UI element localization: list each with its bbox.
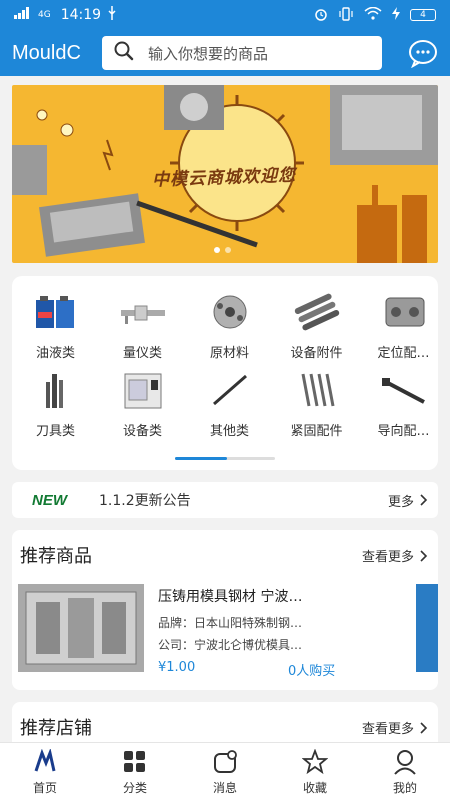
category-item[interactable]: 其他类: [186, 370, 273, 448]
next-product-peek[interactable]: [416, 584, 438, 672]
message-icon: [214, 750, 237, 773]
category-item[interactable]: 导向配…: [360, 370, 438, 448]
search-placeholder: 输入你想要的商品: [148, 44, 269, 63]
category-item[interactable]: 紧固配件: [273, 370, 360, 448]
tab-profile[interactable]: 我的: [360, 743, 450, 800]
other-icon: [212, 374, 247, 406]
section-title: 推荐店铺: [20, 718, 92, 739]
notice-bar[interactable]: NEW 1.1.2更新公告 更多: [12, 482, 438, 518]
category-item[interactable]: 原材料: [186, 292, 273, 370]
fastener-icon: [301, 373, 334, 407]
charging-icon: [392, 7, 400, 23]
gauge-icon: [120, 305, 165, 324]
chat-button[interactable]: [408, 38, 438, 69]
guide-icon: [381, 378, 425, 404]
category-item[interactable]: 设备附件: [273, 292, 360, 370]
app-header: MouldC 输入你想要的商品: [0, 30, 450, 76]
wifi-icon: [364, 6, 382, 23]
machine-icon: [124, 373, 161, 409]
battery-level: 4: [420, 10, 426, 20]
new-badge: NEW: [32, 491, 67, 509]
network-type: 4G: [38, 10, 51, 20]
signal-icon: [14, 7, 32, 23]
section-title: 推荐商品: [20, 546, 92, 567]
view-more-link[interactable]: 查看更多: [362, 546, 428, 565]
alarm-icon: [314, 7, 328, 24]
usb-icon: [107, 6, 117, 24]
oil-icon: [35, 296, 74, 328]
category-item[interactable]: 刀具类: [12, 370, 99, 448]
tab-home[interactable]: 首页: [0, 743, 90, 800]
product-price: ¥1.00: [158, 660, 196, 675]
product-card[interactable]: 压铸用模具钢材 宁波… 品牌：日本山阳特殊制钢… 公司：宁波北仑博优模具… ¥1…: [18, 584, 418, 679]
banner-slogan: 中模云商城欢迎您: [151, 165, 297, 191]
star-icon: [302, 749, 328, 775]
view-more-link[interactable]: 查看更多: [362, 718, 428, 737]
status-bar: 4G 14:19 4: [0, 0, 450, 30]
banner-pagination: [214, 247, 231, 253]
search-icon: [114, 41, 134, 65]
chevron-right-icon: [420, 494, 428, 506]
bottom-tab-bar: 首页 分类 消息 收藏 我的: [0, 742, 450, 800]
promo-banner[interactable]: 中模云商城欢迎您: [12, 85, 438, 263]
category-item[interactable]: 设备类: [99, 370, 186, 448]
tab-favorites[interactable]: 收藏: [270, 743, 360, 800]
product-image: [18, 584, 144, 672]
category-item[interactable]: 定位配…: [360, 292, 438, 370]
equipment-accessory-icon: [294, 293, 339, 331]
search-input[interactable]: 输入你想要的商品: [102, 36, 382, 70]
notice-text[interactable]: 1.1.2更新公告: [99, 490, 191, 510]
tab-message[interactable]: 消息: [180, 743, 270, 800]
tab-category[interactable]: 分类: [90, 743, 180, 800]
brand-name: MouldC: [12, 41, 81, 64]
product-name: 压铸用模具钢材 宁波…: [158, 589, 303, 605]
chevron-right-icon: [420, 721, 428, 734]
recommend-products-section: 推荐商品 查看更多 压铸用模具钢材 宁波… 品牌：日本山阳特殊制钢… 公司：宁波…: [12, 530, 438, 690]
banner-dot[interactable]: [225, 247, 231, 253]
product-company: 公司：宁波北仑博优模具…: [158, 638, 303, 652]
category-icon: [124, 751, 145, 772]
vibrate-icon: [338, 6, 354, 24]
banner-dot[interactable]: [214, 247, 220, 253]
profile-icon: [394, 750, 416, 775]
home-icon: [34, 749, 56, 772]
raw-material-icon: [213, 295, 246, 329]
positioning-icon: [385, 297, 424, 327]
cutter-icon: [45, 374, 63, 408]
product-buyers: 0人购买: [288, 664, 336, 679]
category-panel: 油液类 量仪类 原材料 设备附件 定位配… 刀具类 设备类 其他类 紧固配件 导…: [12, 276, 438, 470]
chat-icon: [409, 40, 437, 69]
category-item[interactable]: 油液类: [12, 292, 99, 370]
category-item[interactable]: 量仪类: [99, 292, 186, 370]
product-brand: 品牌：日本山阳特殊制钢…: [158, 616, 303, 630]
notice-more-link[interactable]: 更多: [388, 491, 428, 510]
chevron-right-icon: [420, 549, 428, 562]
category-scroll-indicator: [175, 457, 275, 460]
status-time: 14:19: [60, 7, 102, 23]
battery-icon: 4: [410, 9, 436, 21]
